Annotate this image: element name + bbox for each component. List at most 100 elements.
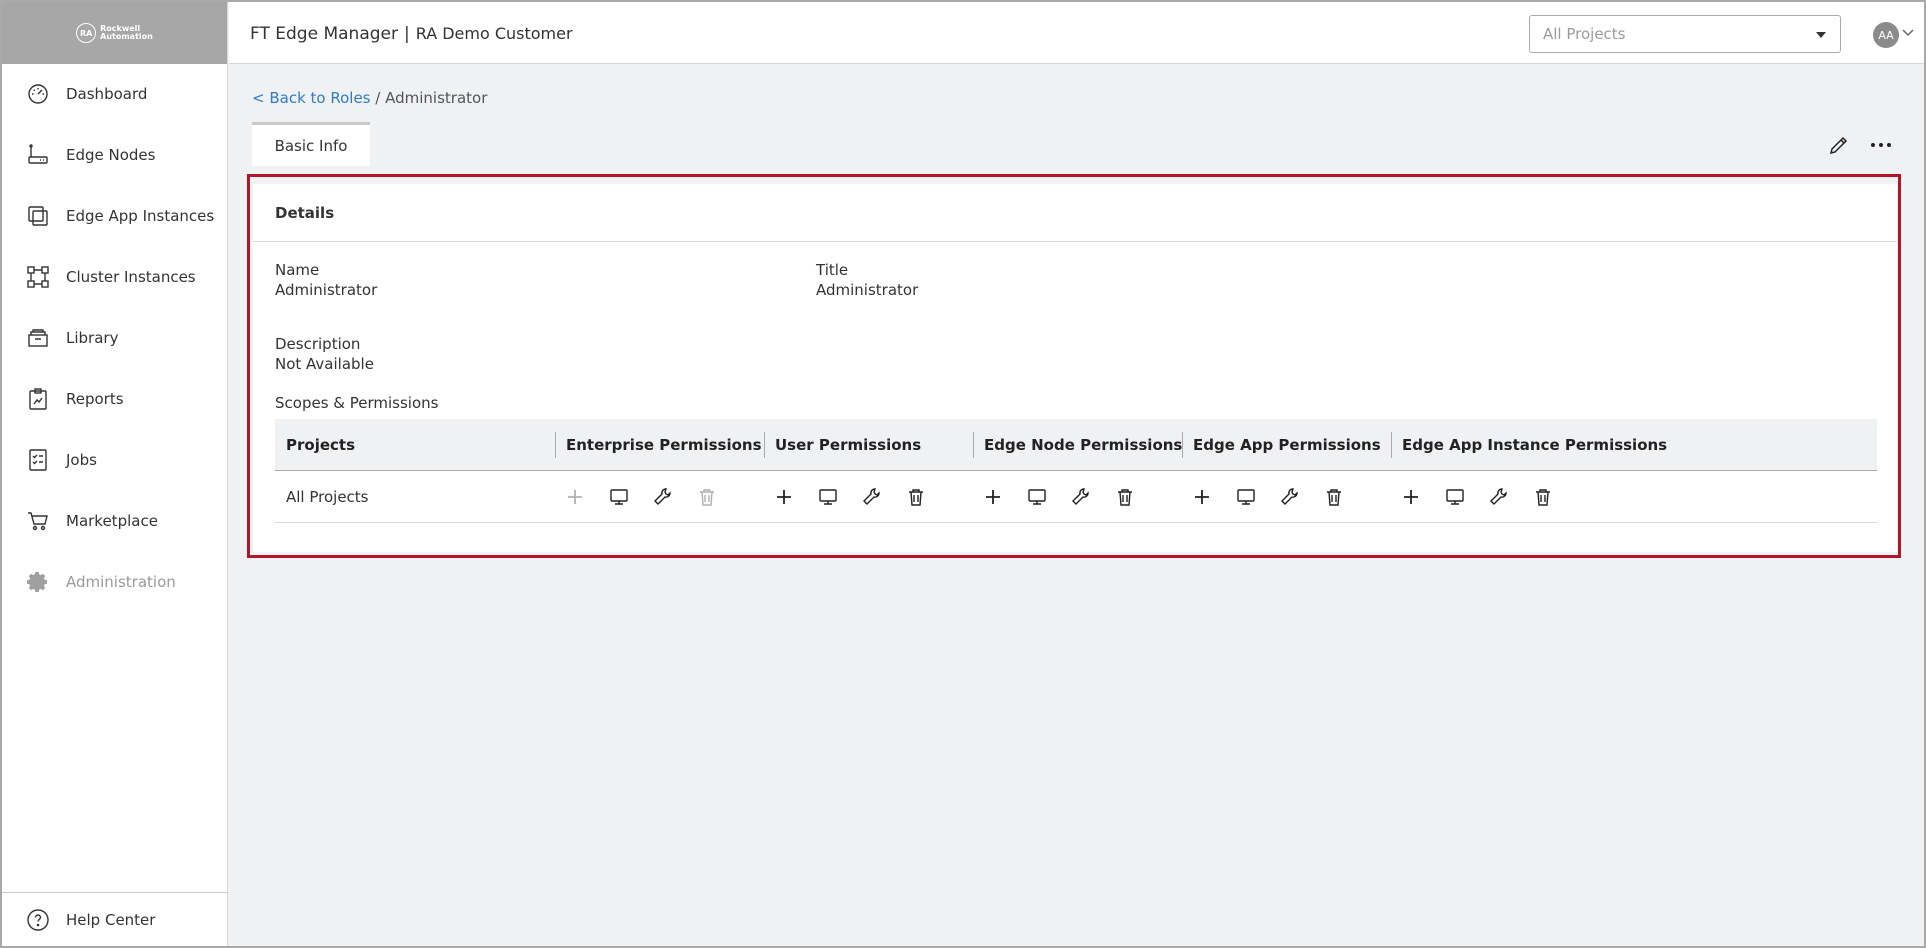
app-instances-icon [28, 206, 48, 226]
caret-down-icon [1816, 32, 1826, 38]
more-options-button[interactable] [1868, 133, 1894, 157]
details-title: Details [253, 184, 1897, 242]
name-value: Administrator [275, 281, 378, 299]
view-permission-icon[interactable] [1443, 485, 1467, 509]
scopes-permissions-title: Scopes & Permissions [275, 394, 439, 412]
project-select[interactable]: All Projects [1529, 15, 1841, 53]
edit-permission-icon[interactable] [1487, 485, 1511, 509]
table-header-row: Projects Enterprise Permissions User Per… [275, 419, 1877, 471]
customer-name: RA Demo Customer [415, 24, 573, 43]
sidebar-item-label: Cluster Instances [66, 268, 196, 286]
sidebar-item-label: Marketplace [66, 512, 158, 530]
app-window: RA Rockwell Automation Dashboard Edge No… [2, 2, 1924, 946]
description-label: Description [275, 335, 361, 353]
jobs-checklist-icon [29, 449, 47, 471]
edge-node-router-icon [28, 144, 48, 164]
logo-wordmark: Rockwell Automation [100, 25, 153, 41]
title-separator: | [403, 24, 410, 44]
sidebar-item-label: Reports [66, 390, 124, 408]
sidebar-item-label: Edge Nodes [66, 146, 156, 164]
create-permission-icon[interactable] [563, 485, 587, 509]
dot [1887, 143, 1891, 147]
column-header-edge-app: Edge App Permissions [1182, 419, 1381, 471]
edit-permission-icon[interactable] [651, 485, 675, 509]
column-header-edge-app-instance: Edge App Instance Permissions [1391, 419, 1667, 471]
sidebar-item-label: Administration [66, 573, 176, 591]
title-value: Administrator [816, 281, 919, 299]
help-circle-icon [27, 909, 49, 931]
dashboard-gauge-icon [28, 84, 48, 104]
view-permission-icon[interactable] [816, 485, 840, 509]
sidebar-item-administration[interactable]: Administration [2, 562, 228, 602]
top-header: FT Edge Manager | RA Demo Customer All Pro… [229, 2, 1924, 64]
breadcrumb: < Back to Roles / Administrator [252, 89, 487, 107]
create-permission-icon[interactable] [981, 485, 1005, 509]
dot [1871, 143, 1875, 147]
breadcrumb-current: Administrator [385, 89, 488, 107]
sidebar-item-cluster-instances[interactable]: Cluster Instances [2, 257, 228, 297]
sidebar-item-reports[interactable]: Reports [2, 379, 228, 419]
gear-icon [27, 572, 47, 592]
back-to-roles-link[interactable]: < Back to Roles [252, 89, 370, 107]
help-center-label: Help Center [66, 911, 156, 929]
delete-permission-icon[interactable] [1113, 485, 1137, 509]
view-permission-icon[interactable] [1234, 485, 1258, 509]
permission-group-edge-app-instance [1391, 471, 1555, 523]
edit-permission-icon[interactable] [1278, 485, 1302, 509]
reports-clipboard-icon [29, 388, 47, 410]
cluster-icon [27, 266, 49, 288]
column-header-enterprise: Enterprise Permissions [555, 419, 762, 471]
help-center-link[interactable]: Help Center [2, 900, 228, 940]
permission-group-edge-node [973, 471, 1137, 523]
dot [1879, 143, 1883, 147]
create-permission-icon[interactable] [1190, 485, 1214, 509]
view-permission-icon[interactable] [607, 485, 631, 509]
library-box-icon [28, 329, 48, 347]
avatar[interactable]: AA [1873, 22, 1899, 48]
app-title-group: FT Edge Manager | RA Demo Customer [250, 24, 573, 44]
sidebar-item-jobs[interactable]: Jobs [2, 440, 228, 480]
sidebar-item-label: Jobs [66, 451, 97, 469]
column-header-projects[interactable]: Projects [275, 419, 355, 471]
sidebar-item-edge-app-instances[interactable]: Edge App Instances [2, 196, 228, 236]
permission-group-edge-app [1182, 471, 1346, 523]
edit-permission-icon[interactable] [1069, 485, 1093, 509]
create-permission-icon[interactable] [1399, 485, 1423, 509]
logo-line-2: Automation [100, 32, 153, 41]
table-row: All Projects [275, 471, 1877, 523]
sidebar-divider [2, 892, 228, 893]
sidebar-item-dashboard[interactable]: Dashboard [2, 74, 228, 114]
sidebar-item-edge-nodes[interactable]: Edge Nodes [2, 135, 228, 175]
project-cell: All Projects [286, 488, 369, 506]
sidebar-item-marketplace[interactable]: Marketplace [2, 501, 228, 541]
project-select-value: All Projects [1543, 25, 1626, 43]
view-permission-icon[interactable] [1025, 485, 1049, 509]
cart-icon [28, 512, 48, 531]
edit-permission-icon[interactable] [860, 485, 884, 509]
sidebar-item-library[interactable]: Library [2, 318, 228, 358]
tab-basic-info[interactable]: Basic Info [252, 122, 370, 166]
permission-group-enterprise [555, 471, 719, 523]
column-header-edge-node: Edge Node Permissions [973, 419, 1182, 471]
delete-permission-icon[interactable] [695, 485, 719, 509]
delete-permission-icon[interactable] [904, 485, 928, 509]
details-panel: Details Name Administrator Title Adminis… [253, 184, 1897, 552]
title-label: Title [816, 261, 849, 279]
pencil-edit-icon[interactable] [1827, 133, 1851, 157]
logo-area: RA Rockwell Automation [2, 2, 227, 64]
chevron-down-icon[interactable] [1902, 29, 1914, 37]
permission-group-user [764, 471, 928, 523]
description-value: Not Available [275, 355, 374, 373]
sidebar-item-label: Dashboard [66, 85, 148, 103]
rockwell-logo[interactable]: RA Rockwell Automation [76, 23, 153, 43]
sidebar: RA Rockwell Automation Dashboard Edge No… [2, 2, 228, 946]
column-header-user: User Permissions [764, 419, 921, 471]
delete-permission-icon[interactable] [1531, 485, 1555, 509]
app-title: FT Edge Manager [250, 24, 398, 44]
delete-permission-icon[interactable] [1322, 485, 1346, 509]
logo-mark: RA [76, 23, 97, 43]
breadcrumb-separator: / [375, 89, 381, 107]
create-permission-icon[interactable] [772, 485, 796, 509]
permissions-table: Projects Enterprise Permissions User Per… [275, 419, 1877, 523]
name-label: Name [275, 261, 320, 279]
